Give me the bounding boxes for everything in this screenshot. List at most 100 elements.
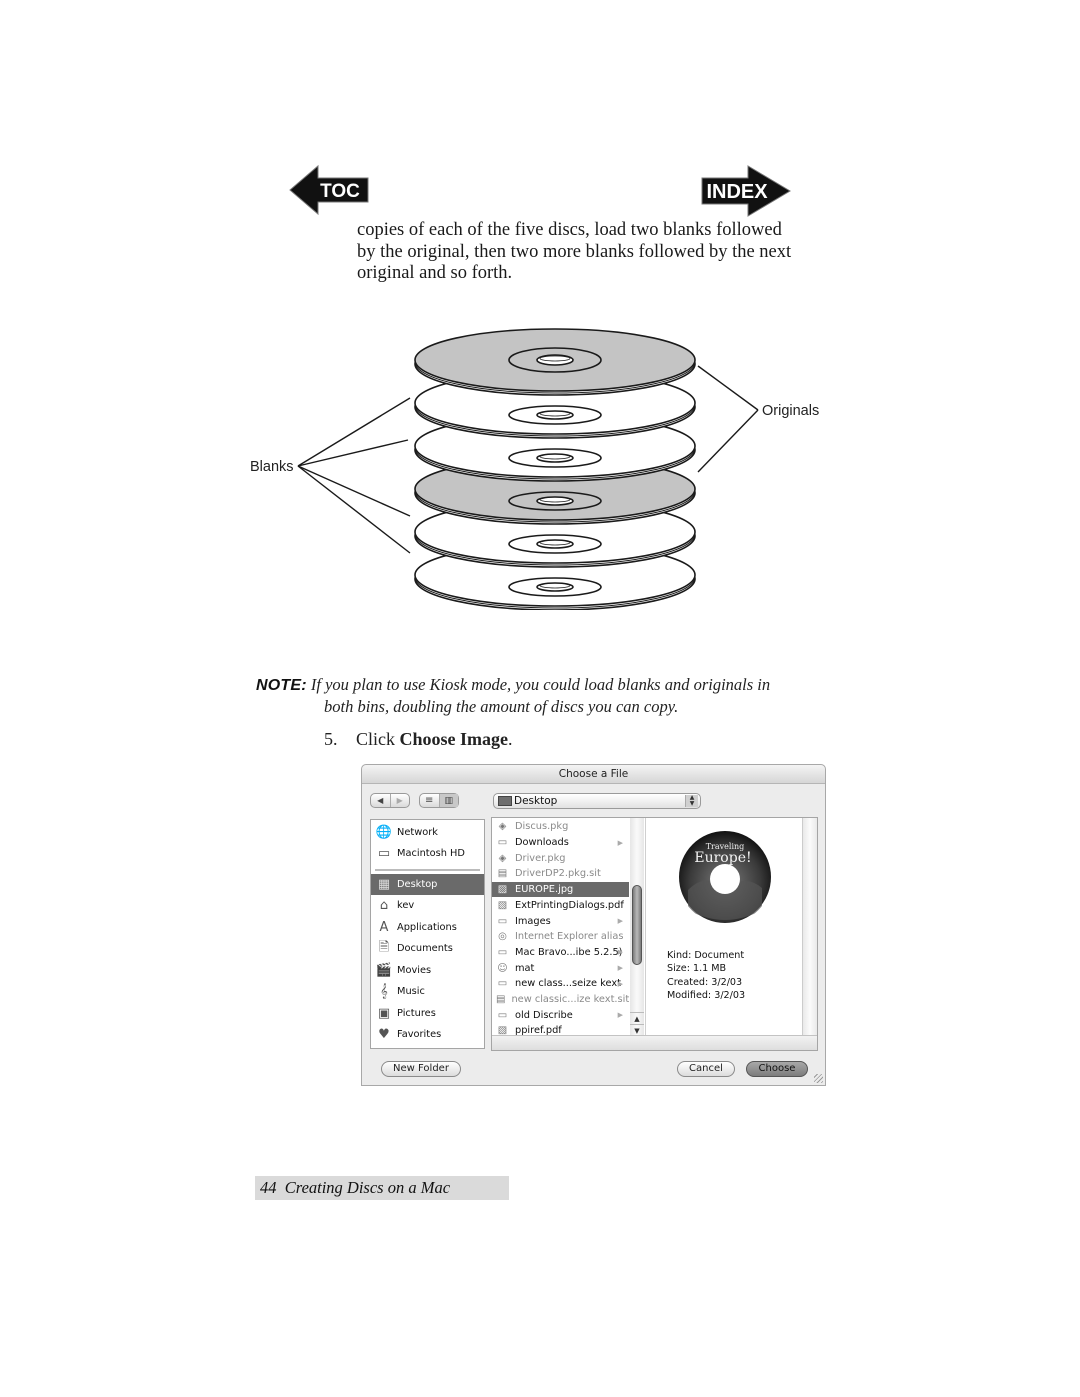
image-file-icon: ▨ xyxy=(497,884,508,896)
left-arrow-icon: TOC xyxy=(289,164,369,216)
network-globe-icon: 🌐 xyxy=(375,825,393,840)
file-list-item[interactable]: ◈ Driver.pkg xyxy=(492,850,629,866)
step-suffix: . xyxy=(508,729,513,749)
file-list-item[interactable]: ▭ old Discribe ▶ xyxy=(492,1007,629,1023)
home-icon: ⌂ xyxy=(379,898,389,913)
file-list-item[interactable]: ▭ Downloads ▶ xyxy=(492,835,629,851)
desktop-folder-icon xyxy=(498,796,512,806)
file-name: Images xyxy=(515,915,551,927)
list-view-button[interactable]: ≡ xyxy=(420,794,440,807)
sidebar-item-label: Desktop xyxy=(397,879,438,890)
section-title: Creating Discs on a Mac xyxy=(284,1178,451,1197)
archive-icon: ▤ xyxy=(496,994,506,1006)
sidebar-item-label: Macintosh HD xyxy=(397,848,465,859)
location-popup[interactable]: Desktop ▲ ▼ xyxy=(493,793,701,809)
sidebar-item-label: kev xyxy=(397,900,415,911)
movies-icon: 🎬 xyxy=(375,963,393,978)
disc-stack-figure: Blanks Originals xyxy=(240,320,840,611)
step-prefix: Click xyxy=(356,729,400,749)
sidebar-item-music[interactable]: 𝄞 Music xyxy=(371,981,484,1002)
sidebar-item-macintosh-hd[interactable]: ▭ Macintosh HD xyxy=(371,843,484,864)
view-mode-control: ≡ ▥ xyxy=(419,793,459,808)
disclosure-arrow-icon: ▶ xyxy=(617,979,623,988)
file-name: new classic...ize kext.sit xyxy=(511,994,630,1006)
preview-scrollbar[interactable] xyxy=(802,818,817,1036)
alias-icon: ◎ xyxy=(498,931,507,943)
file-name: Driver.pkg xyxy=(515,852,566,864)
list-view-icon: ≡ xyxy=(425,795,434,806)
file-list-item[interactable]: ◈ Discus.pkg xyxy=(492,819,629,835)
index-nav-button[interactable]: INDEX xyxy=(700,164,792,218)
sidebar-divider xyxy=(375,869,480,871)
sidebar-item-movies[interactable]: 🎬 Movies xyxy=(371,960,484,981)
sidebar-item-network[interactable]: 🌐 Network xyxy=(371,822,484,843)
file-size: Size: 1.1 MB xyxy=(667,963,727,975)
sidebar-item-pictures[interactable]: ▣ Pictures xyxy=(371,1003,484,1024)
toc-nav-button[interactable]: TOC xyxy=(288,164,370,216)
disclosure-arrow-icon: ▶ xyxy=(617,948,623,957)
file-list-item[interactable]: ☺ mat ▶ xyxy=(492,960,629,976)
back-button[interactable]: ◀ xyxy=(371,794,391,807)
file-info: Kind: Document Size: 1.1 MB Created: 3/2… xyxy=(667,949,745,1002)
folder-icon: ▭ xyxy=(497,1009,508,1021)
archive-icon: ▤ xyxy=(497,868,508,880)
file-list-item[interactable]: ▭ Mac Bravo...ibe 5.2.5) ▶ xyxy=(492,945,629,961)
sidebar-item-documents[interactable]: 🗎 Documents xyxy=(371,938,484,959)
index-label: INDEX xyxy=(706,181,768,203)
file-name: ExtPrintingDialogs.pdf xyxy=(515,899,624,911)
folder-icon: ▭ xyxy=(497,837,508,849)
sidebar-item-applications[interactable]: A Applications xyxy=(371,917,484,938)
file-modified: Modified: 3/2/03 xyxy=(667,989,746,1001)
new-folder-button[interactable]: New Folder xyxy=(381,1061,461,1077)
blanks-leader-lines xyxy=(297,397,411,554)
forward-button[interactable]: ▶ xyxy=(391,794,410,807)
originals-leader-lines xyxy=(697,365,759,473)
cancel-button[interactable]: Cancel xyxy=(677,1061,735,1077)
location-label: Desktop xyxy=(514,795,558,807)
paragraph-line: by the original, then two more blanks fo… xyxy=(357,241,792,262)
sidebar-item-desktop[interactable]: ▦ Desktop xyxy=(371,874,484,895)
file-list-item[interactable]: ▭ Images ▶ xyxy=(492,913,629,929)
file-name: Downloads xyxy=(515,837,569,849)
resize-grip-icon[interactable] xyxy=(814,1074,823,1083)
column-view-icon: ▥ xyxy=(444,795,453,806)
paragraph-line: original and so forth. xyxy=(357,263,513,283)
disclosure-arrow-icon: ▶ xyxy=(617,1011,623,1020)
back-arrow-icon: ◀ xyxy=(377,796,384,805)
popup-stepper-icon: ▲ ▼ xyxy=(685,795,698,807)
disclosure-arrow-icon: ▶ xyxy=(617,838,623,847)
sidebar-item-label: Applications xyxy=(397,922,457,933)
file-column-scrollbar[interactable]: ▲ ▼ xyxy=(630,818,644,1036)
originals-label: Originals xyxy=(762,403,819,419)
file-list-item[interactable]: ▧ ExtPrintingDialogs.pdf xyxy=(492,898,629,914)
choose-button[interactable]: Choose xyxy=(746,1061,808,1077)
sidebar-item-label: Music xyxy=(397,986,425,997)
disclosure-arrow-icon: ▶ xyxy=(617,917,623,926)
note-label: NOTE: xyxy=(256,677,307,694)
desktop-icon: ▦ xyxy=(377,877,391,892)
file-list-item[interactable]: ◎ Internet Explorer alias xyxy=(492,929,629,945)
sidebar-item-label: Movies xyxy=(397,965,432,976)
dialog-sidebar: 🌐 Network ▭ Macintosh HD ▦ Desktop ⌂ kev… xyxy=(370,819,485,1049)
pictures-icon: ▣ xyxy=(377,1006,391,1021)
file-created: Created: 3/2/03 xyxy=(667,976,743,988)
user-folder-icon: ☺ xyxy=(497,962,508,974)
page-footer: 44 Creating Discs on a Mac xyxy=(255,1176,509,1200)
step-instruction: 5. Click Choose Image. xyxy=(324,729,513,750)
folder-icon: ▭ xyxy=(497,946,508,958)
horizontal-scrollbar[interactable] xyxy=(492,1035,817,1050)
music-icon: 𝄞 xyxy=(380,984,388,999)
file-list-item[interactable]: ▭ new class...seize kext ▶ xyxy=(492,976,629,992)
step-action: Choose Image xyxy=(399,729,509,749)
scroll-thumb[interactable] xyxy=(632,885,642,965)
file-name: Mac Bravo...ibe 5.2.5) xyxy=(515,946,623,958)
file-list-item[interactable]: ▤ new classic...ize kext.sit xyxy=(492,992,629,1008)
column-view-button[interactable]: ▥ xyxy=(439,794,458,807)
file-list-item[interactable]: ▤ DriverDP2.pkg.sit xyxy=(492,866,629,882)
note-text-line1: If you plan to use Kiosk mode, you could… xyxy=(310,675,771,694)
body-paragraph: copies of each of the five discs, load t… xyxy=(357,220,827,285)
file-name: old Discribe xyxy=(515,1009,573,1021)
sidebar-item-favorites[interactable]: ♥ Favorites xyxy=(371,1024,484,1045)
sidebar-item-kev[interactable]: ⌂ kev xyxy=(371,895,484,916)
file-list-item[interactable]: ▨ EUROPE.jpg xyxy=(492,881,629,898)
